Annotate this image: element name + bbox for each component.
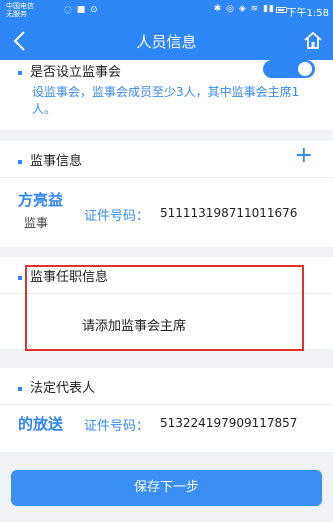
nav-bar: 人员信息 [0, 22, 333, 60]
legal-rep-header: 法定代表人 [18, 377, 95, 396]
supervisor-id-number: 511113198711011676 [160, 206, 298, 220]
plus-icon[interactable]: + [295, 145, 313, 167]
status-bar: 中国电信 无服务 ◌ ■ ⊙ ✱ ◎ ◈ ≋ ▮▮ 下午1:58 [0, 0, 333, 22]
notification-icons: ◌ ■ ⊙ [64, 5, 99, 15]
page-title: 人员信息 [136, 33, 197, 51]
supervisory-board-toggle[interactable] [263, 60, 315, 78]
bullet-icon [18, 275, 22, 280]
supervisor-name[interactable]: 方亮益 [18, 189, 63, 210]
highlight-box [25, 265, 304, 351]
supervisor-role: 监事 [24, 216, 49, 230]
battery-icon [276, 7, 287, 13]
supervisor-id-label: 证件号码： [84, 209, 150, 224]
bullet-icon [18, 159, 22, 164]
legal-rep-section: 法定代表人 的放送 证件号码： 513224197909117857 [0, 368, 333, 452]
legal-rep-id-number: 513224197909117857 [160, 416, 298, 430]
partially-hidden-text: … [36, 515, 48, 522]
supervisory-board-section: 是否设立监事会 设监事会，监事会成员至少3人，其中监事会主席1人。 [0, 60, 333, 130]
legal-rep-name[interactable]: 的放送 [18, 413, 63, 434]
system-icons: ✱ ◎ ◈ ≋ ▮▮ [213, 4, 275, 14]
supervisory-board-question: 是否设立监事会 [18, 61, 121, 80]
carrier-info: 中国电信 无服务 [6, 2, 34, 18]
supervisory-board-description: 设监事会，监事会成员至少3人，其中监事会主席1人。 [32, 85, 300, 116]
divider [0, 404, 333, 405]
save-next-button[interactable]: 保存下一步 [11, 470, 322, 506]
supervisor-info-section: 监事信息 + 方亮益 监事 证件号码： 511113198711011676 [0, 141, 333, 247]
bullet-icon [18, 70, 22, 75]
legal-rep-id-label: 证件号码： [84, 419, 150, 434]
clock: 下午1:58 [286, 8, 329, 19]
toggle-knob [298, 62, 312, 76]
home-icon[interactable] [303, 30, 323, 50]
bullet-icon [18, 386, 22, 391]
supervisor-info-header: 监事信息 [18, 150, 82, 169]
divider [0, 177, 333, 178]
